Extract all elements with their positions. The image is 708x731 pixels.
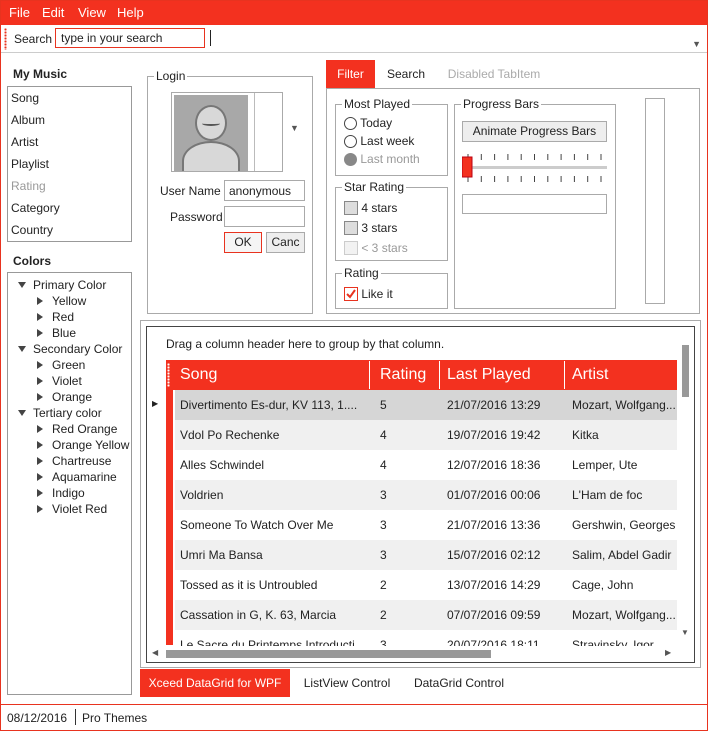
table-cell: 19/07/2016 19:42	[447, 428, 541, 442]
table-cell: Umri Ma Bansa	[180, 548, 263, 562]
table-cell: 2	[380, 578, 387, 592]
table-cell: 01/07/2016 00:06	[447, 488, 541, 502]
scroll-down-icon[interactable]: ▼	[681, 628, 689, 637]
table-cell: 3	[380, 518, 387, 532]
table-cell: 2	[380, 608, 387, 622]
table-cell: Alles Schwindel	[180, 458, 265, 472]
table-cell: Gershwin, Georges	[572, 518, 676, 532]
tab-xceed-datagrid[interactable]: Xceed DataGrid for WPF	[140, 669, 290, 697]
table-cell: Mozart, Wolfgang...	[572, 398, 676, 412]
table-cell: 4	[380, 458, 387, 472]
tab-listview[interactable]: ListView Control	[296, 669, 398, 697]
table-cell: L'Ham de foc	[572, 488, 643, 502]
table-cell: 3	[380, 548, 387, 562]
table-cell: 12/07/2016 18:36	[447, 458, 541, 472]
table-row[interactable]: Vdol Po Rechenke 4 19/07/2016 19:42 Kitka	[175, 420, 677, 450]
table-cell: Mozart, Wolfgang...	[572, 608, 676, 622]
table-cell: Voldrien	[180, 488, 224, 502]
table-cell: 13/07/2016 14:29	[447, 578, 541, 592]
scroll-left-icon[interactable]: ◀	[152, 648, 158, 657]
table-cell: Le Sacre du Printemps Introducti...	[180, 638, 365, 646]
table-cell: Cage, John	[572, 578, 634, 592]
table-cell: Someone To Watch Over Me	[180, 518, 334, 532]
table-cell: 5	[380, 398, 387, 412]
table-cell: Cassation in G, K. 63, Marcia	[180, 608, 337, 622]
table-row[interactable]: Divertimento Es-dur, KV 113, 1.... 5 21/07…	[175, 390, 677, 420]
table-cell: 07/07/2016 09:59	[447, 608, 541, 622]
table-cell: Vdol Po Rechenke	[180, 428, 280, 442]
status-separator	[75, 709, 76, 725]
table-cell: 4	[380, 428, 387, 442]
table-row[interactable]: Alles Schwindel 4 12/07/2016 18:36 Lemper, …	[175, 450, 677, 480]
table-cell: 21/07/2016 13:29	[447, 398, 541, 412]
tab-datagrid[interactable]: DataGrid Control	[406, 669, 512, 697]
table-cell: Tossed as it is Untroubled	[180, 578, 318, 592]
table-row[interactable]: Umri Ma Bansa 3 15/07/2016 02:12 Salim, Abd…	[175, 540, 677, 570]
table-cell: 21/07/2016 13:36	[447, 518, 541, 532]
table-cell: Salim, Abdel Gadir	[572, 548, 672, 562]
table-row[interactable]: Tossed as it is Untroubled 2 13/07/2016 14…	[175, 570, 677, 600]
table-row[interactable]: Le Sacre du Printemps Introducti... 3 20/0…	[175, 630, 677, 646]
table-cell: Lemper, Ute	[572, 458, 638, 472]
table-row[interactable]: Voldrien 3 01/07/2016 00:06 L'Ham de foc	[175, 480, 677, 510]
table-row[interactable]: Cassation in G, K. 63, Marcia 2 07/07/2016…	[175, 600, 677, 630]
status-theme: Pro Themes	[82, 711, 148, 725]
table-row[interactable]: Someone To Watch Over Me 3 21/07/2016 13:3…	[175, 510, 677, 540]
table-cell: 20/07/2016 18:11	[447, 638, 540, 646]
table-cell: 15/07/2016 02:12	[447, 548, 541, 562]
table-cell: Divertimento Es-dur, KV 113, 1....	[180, 398, 358, 412]
horizontal-scroll-thumb[interactable]	[166, 650, 491, 658]
table-cell: 3	[380, 488, 387, 502]
table-cell: 3	[380, 638, 387, 646]
vertical-scroll-thumb[interactable]	[682, 345, 689, 397]
vertical-scrollbar[interactable]: ▼	[680, 345, 690, 643]
horizontal-scrollbar[interactable]: ◀ ▶	[150, 648, 678, 660]
status-date: 08/12/2016	[7, 711, 68, 725]
scroll-right-icon[interactable]: ▶	[665, 648, 671, 657]
table-cell: Stravinsky, Igor	[572, 638, 654, 646]
table-cell: Kitka	[572, 428, 599, 442]
status-bar: 08/12/2016 Pro Themes	[1, 704, 707, 730]
